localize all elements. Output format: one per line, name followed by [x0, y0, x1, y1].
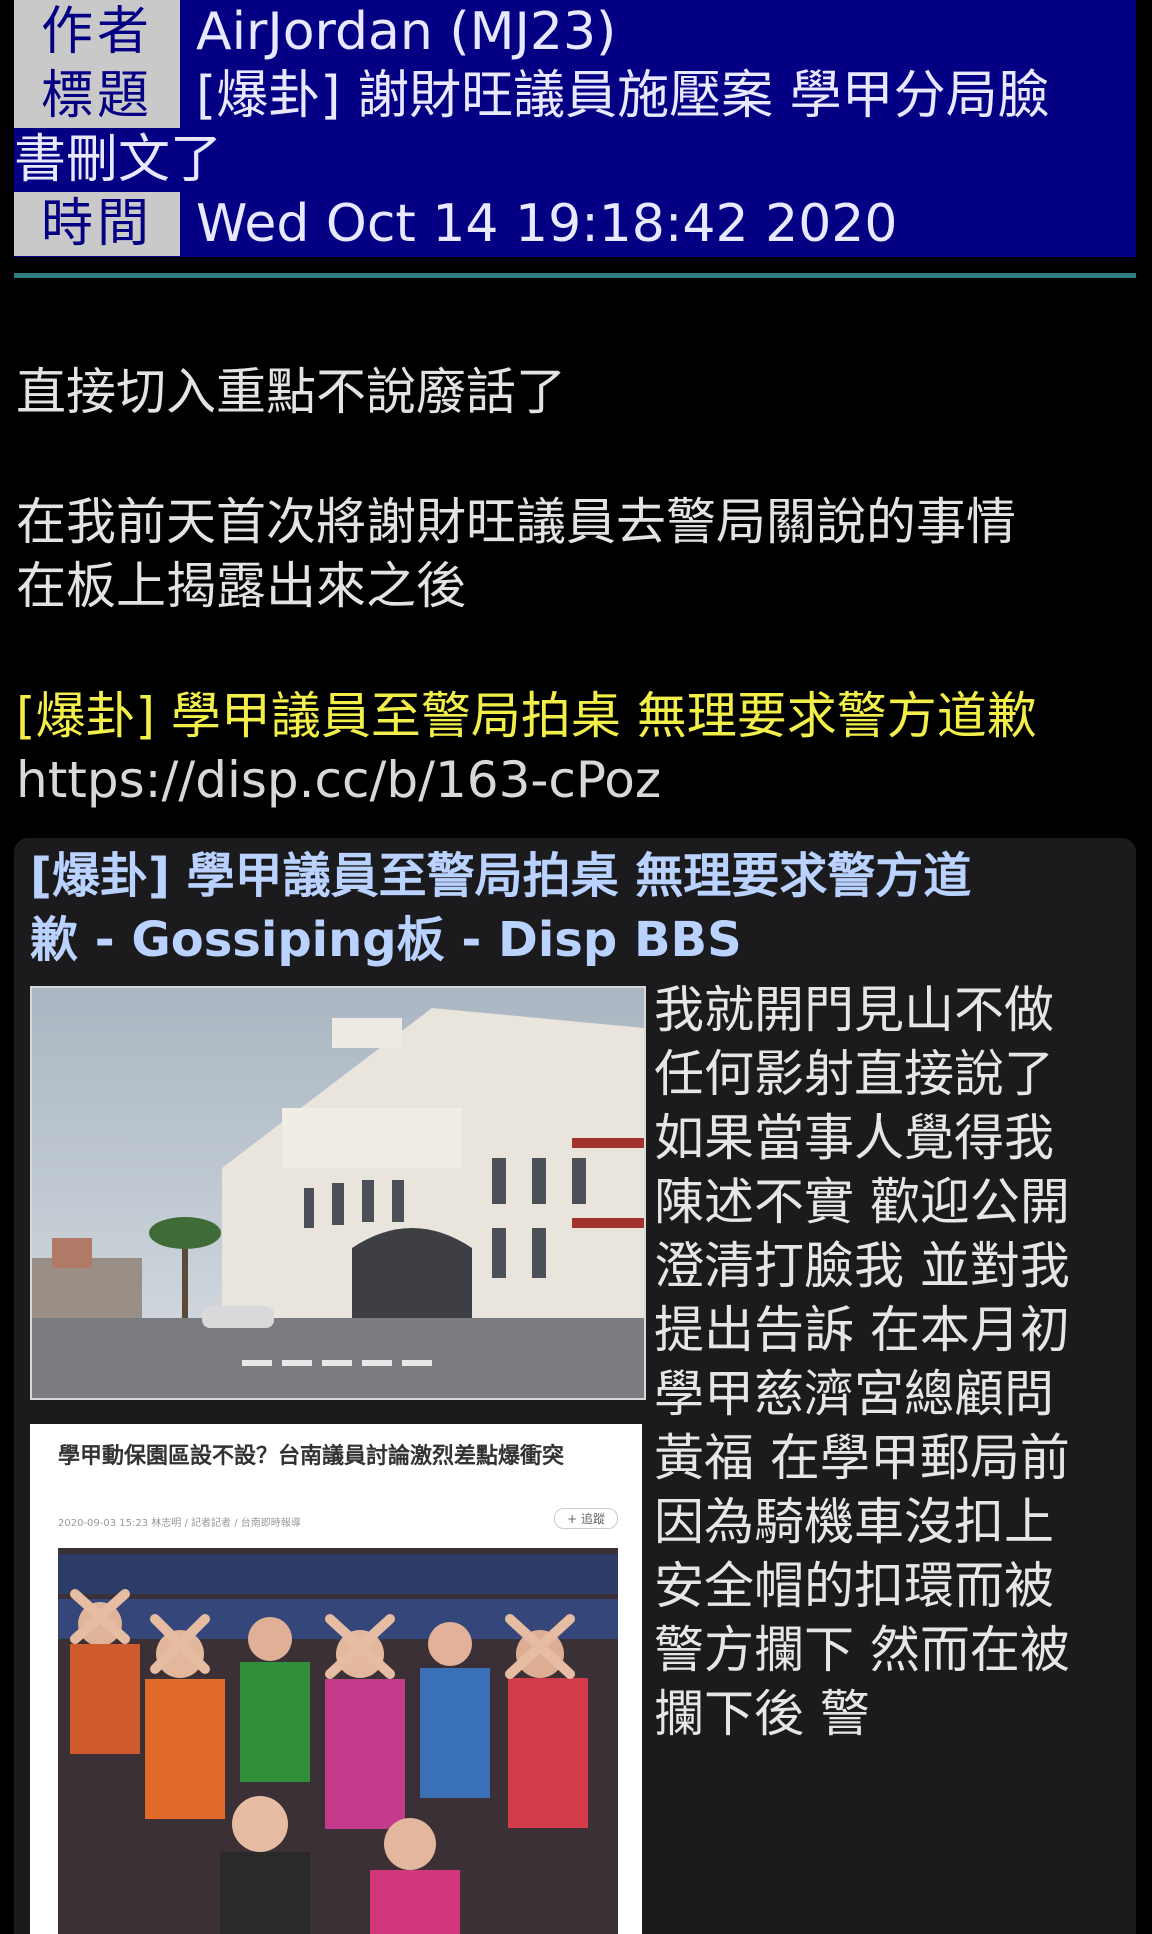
article-header: 作者 AirJordan (MJ23) 標題 [爆卦] 謝財旺議員施壓案 學甲分…: [14, 0, 1136, 257]
time-row: 時間 Wed Oct 14 19:18:42 2020: [14, 192, 897, 256]
link-preview-card[interactable]: [爆卦] 學甲議員至警局拍桌 無理要求警方道 歉 - Gossiping板 - …: [14, 838, 1136, 1934]
preview-image-building: [30, 986, 646, 1400]
snippet-line: 陳述不實 歡迎公開: [654, 1173, 1070, 1231]
time-value: Wed Oct 14 19:18:42 2020: [196, 194, 898, 254]
snippet-line: 澄清打臉我 並對我: [654, 1237, 1070, 1295]
crowd-photo-illustration: [58, 1548, 618, 1934]
author-row: 作者 AirJordan (MJ23): [14, 0, 616, 64]
title-label: 標題: [14, 64, 180, 128]
author-value[interactable]: AirJordan (MJ23): [196, 0, 616, 64]
preview-title-line-2: 歉 - Gossiping板 - Disp BBS: [30, 912, 742, 968]
snippet-line: 我就開門見山不做: [654, 981, 1054, 1039]
preview-image-news: 學甲動保園區設不設？台南議員討論激烈差點爆衝突 2020-09-03 15:23…: [30, 1424, 642, 1934]
preview-snippet: 我就開門見山不做 任何影射直接說了 如果當事人覺得我 陳述不實 歡迎公開 澄清打…: [654, 978, 1124, 1746]
ptt-article-page: 作者 AirJordan (MJ23) 標題 [爆卦] 謝財旺議員施壓案 學甲分…: [0, 0, 1152, 1934]
title-row: 標題 [爆卦] 謝財旺議員施壓案 學甲分局臉: [14, 64, 1050, 128]
preview-title[interactable]: [爆卦] 學甲議員至警局拍桌 無理要求警方道 歉 - Gossiping板 - …: [30, 844, 1110, 972]
time-label: 時間: [14, 192, 180, 256]
snippet-line: 攔下後 警: [654, 1685, 870, 1743]
title-value-continued: 書刪文了: [14, 130, 223, 190]
highlight-title: [爆卦] 學甲議員至警局拍桌 無理要求警方道歉: [16, 687, 1037, 745]
snippet-line: 黃福 在學甲郵局前: [654, 1429, 1070, 1487]
body-line-1: 直接切入重點不說廢話了: [16, 363, 566, 421]
article-link[interactable]: https://disp.cc/b/163-cPoz: [16, 748, 661, 812]
snippet-line: 警方攔下 然而在被: [654, 1621, 1070, 1679]
snippet-line: 因為騎機車沒扣上: [654, 1493, 1054, 1551]
preview-title-line-1: [爆卦] 學甲議員至警局拍桌 無理要求警方道: [30, 848, 972, 904]
snippet-line: 提出告訴 在本月初: [654, 1301, 1070, 1359]
header-divider: [14, 273, 1136, 278]
body-line-3: 在板上揭露出來之後: [16, 557, 466, 615]
building-photo-illustration: [32, 988, 644, 1398]
snippet-line: 安全帽的扣環而被: [654, 1557, 1054, 1615]
snippet-line: 學甲慈濟宮總顧問: [654, 1365, 1054, 1423]
author-label: 作者: [14, 0, 180, 64]
snippet-line: 如果當事人覺得我: [654, 1109, 1054, 1167]
snippet-line: 任何影射直接說了: [654, 1045, 1054, 1103]
body-line-2: 在我前天首次將謝財旺議員去警局關說的事情: [16, 493, 1016, 551]
title-value: [爆卦] 謝財旺議員施壓案 學甲分局臉: [196, 66, 1050, 126]
